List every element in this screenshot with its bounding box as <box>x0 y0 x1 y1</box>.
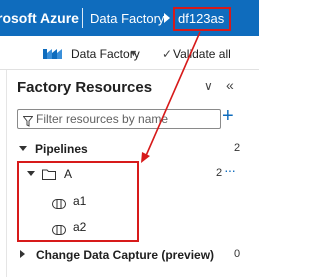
checkmark-icon: ✓ <box>162 47 173 61</box>
more-options-icon[interactable]: ··· <box>224 162 236 178</box>
validate-all-button[interactable]: Validate all <box>173 47 231 61</box>
section-cdc-label[interactable]: Change Data Capture (preview) <box>36 248 214 262</box>
breadcrumb-chevron-icon <box>164 13 170 23</box>
top-header: rosoft Azure Data Factory df123as <box>0 0 259 36</box>
highlight-box <box>17 161 139 242</box>
filter-field[interactable] <box>17 109 221 129</box>
filter-input[interactable] <box>36 111 218 127</box>
pipelines-expand-icon[interactable] <box>19 146 27 151</box>
panel-title: Factory Resources <box>17 79 153 96</box>
header-divider <box>82 8 83 28</box>
double-chevron-left-icon[interactable]: « <box>226 77 234 93</box>
chevron-down-icon[interactable]: ▼ <box>129 48 138 58</box>
toolbar: Data Factory ▼ ✓ Validate all <box>0 36 259 70</box>
breadcrumb-factory-name[interactable]: df123as <box>173 7 231 31</box>
panel-divider <box>6 70 7 277</box>
section-pipelines-label[interactable]: Pipelines <box>35 142 88 156</box>
cdc-expand-icon[interactable] <box>20 250 25 258</box>
filter-icon <box>22 114 34 132</box>
folder-count: 2 <box>216 167 223 179</box>
collapse-all-icon[interactable]: ∨ <box>204 79 213 93</box>
pipelines-count: 2 <box>234 142 241 154</box>
app-title[interactable]: rosoft Azure <box>0 10 79 26</box>
cdc-count: 0 <box>234 248 241 260</box>
data-factory-icon <box>42 46 64 65</box>
breadcrumb-data-factory[interactable]: Data Factory <box>90 11 164 26</box>
add-icon[interactable]: + <box>222 106 234 126</box>
